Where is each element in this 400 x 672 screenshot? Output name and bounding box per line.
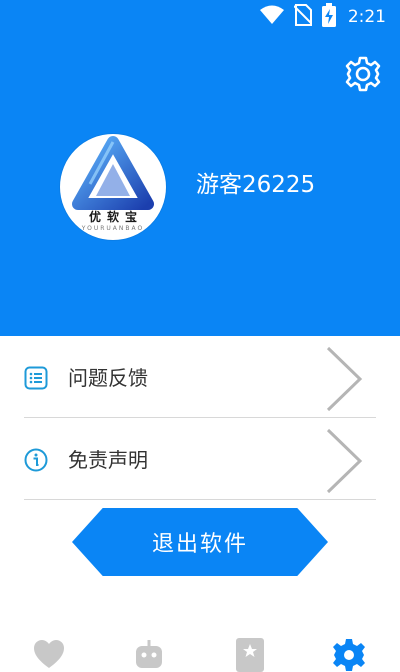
chevron-right-icon [326,346,363,412]
divider [24,499,376,500]
menu-list: 问题反馈 免责声明 [0,336,400,500]
status-bar: 2:21 [0,0,400,34]
star-card-icon[interactable] [233,638,267,672]
settings-button[interactable] [344,55,382,93]
no-sim-icon [293,4,313,30]
exit-app-button[interactable]: 退出软件 [72,508,328,576]
robot-icon[interactable] [132,638,166,672]
avatar-brand-text: 优软宝 [88,210,143,224]
gear-icon [345,56,381,92]
chevron-right-icon [326,428,363,494]
menu-item-feedback[interactable]: 问题反馈 [0,336,400,418]
avatar[interactable]: 优软宝 YOURUANBAO [60,134,166,240]
wifi-icon [259,5,284,29]
gear-icon[interactable] [332,638,366,672]
info-icon [24,448,48,472]
avatar-brand-subtext: YOURUANBAO [81,225,145,232]
battery-charging-icon [321,3,336,31]
menu-item-label: 免责声明 [68,448,148,472]
menu-item-label: 问题反馈 [68,366,148,390]
bottom-nav [0,630,400,672]
profile-header: 2:21 优软宝 YOURUANBAO 游客26225 [0,0,400,336]
menu-item-disclaimer[interactable]: 免责声明 [0,418,400,500]
username: 游客26225 [196,172,316,198]
status-time: 2:21 [347,7,386,27]
list-icon [24,366,48,390]
heart-icon[interactable] [32,638,66,672]
